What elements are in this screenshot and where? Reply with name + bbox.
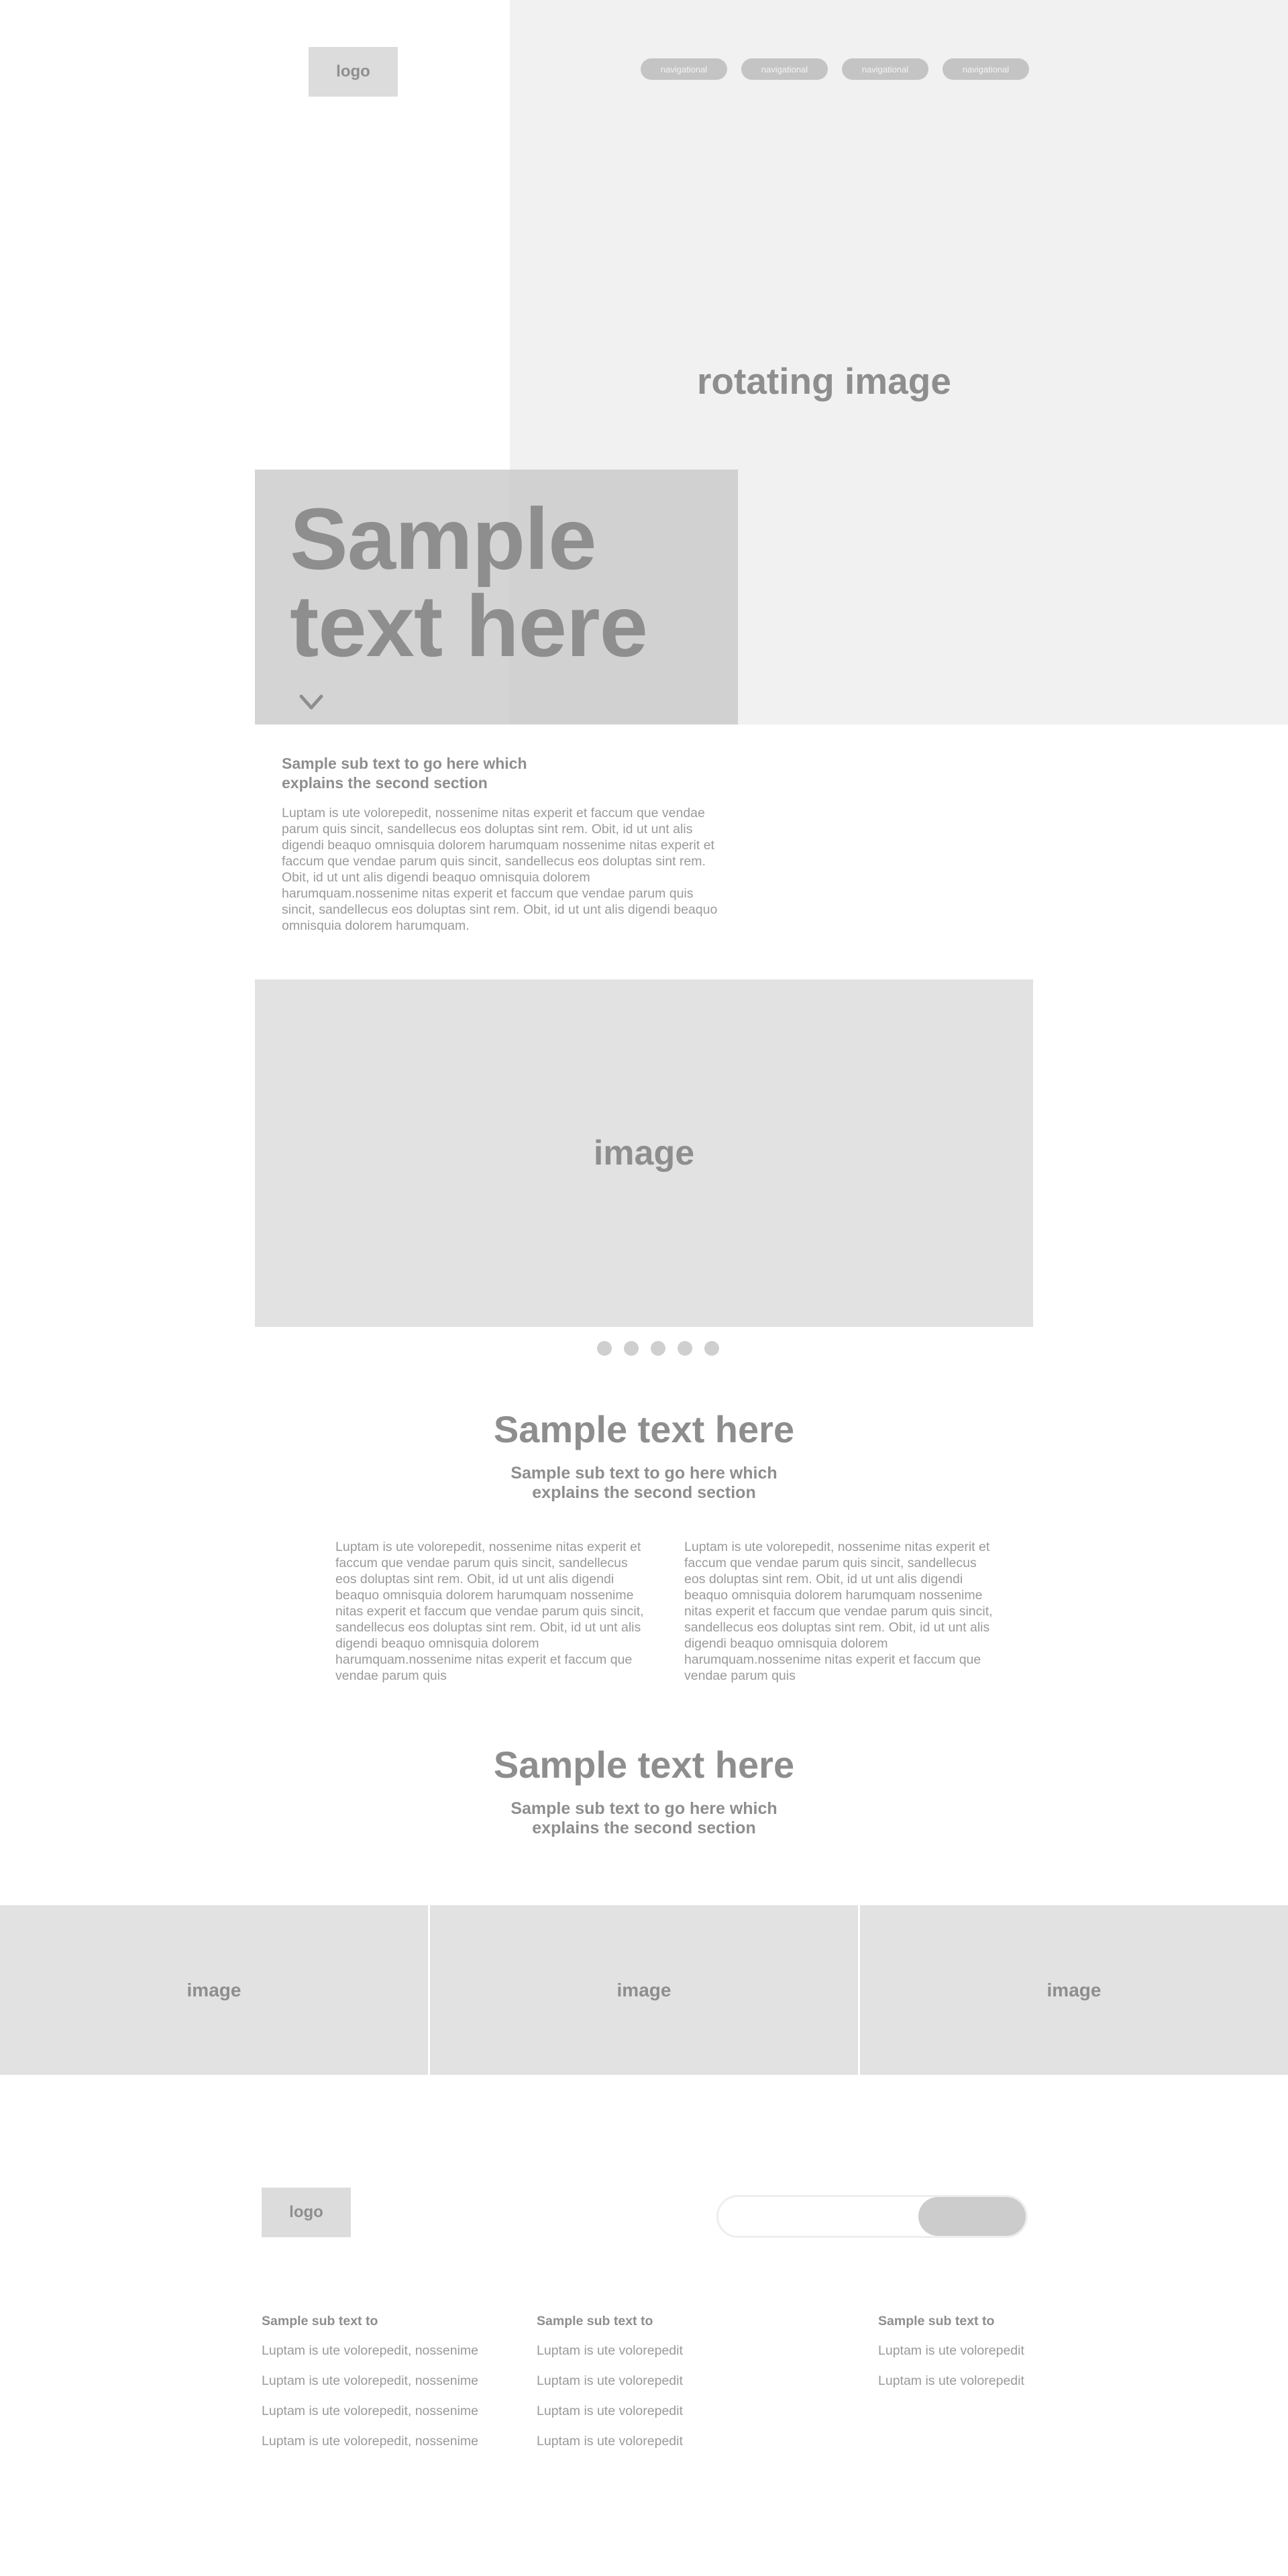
footer-link[interactable]: Luptam is ute volorepedit, nossenime	[262, 2373, 478, 2403]
footer-logo[interactable]: logo	[262, 2188, 351, 2237]
footer-search-button[interactable]	[918, 2197, 1026, 2236]
nav-item-3[interactable]: navigational	[842, 58, 928, 80]
carousel-image[interactable]: image	[255, 979, 1033, 1327]
nav-item-4[interactable]: navigational	[943, 58, 1029, 80]
rotating-image-label: rotating image	[697, 360, 951, 402]
nav-item-label: navigational	[962, 64, 1010, 74]
footer-column-heading: Sample sub text to	[878, 2314, 995, 2328]
header-logo[interactable]: logo	[309, 47, 398, 97]
footer-column-heading: Sample sub text to	[262, 2314, 378, 2328]
footer-link[interactable]: Luptam is ute volorepedit	[537, 2403, 683, 2433]
carousel-image-label: image	[593, 1134, 695, 1173]
nav-item-1[interactable]: navigational	[641, 58, 727, 80]
nav-item-2[interactable]: navigational	[741, 58, 828, 80]
nav-item-label: navigational	[761, 64, 808, 74]
strip-image-label: image	[616, 1979, 672, 2000]
chevron-down-icon[interactable]	[299, 694, 323, 711]
section-three-subheading-text: Sample sub text to go here which explain…	[511, 1799, 777, 1837]
footer-link[interactable]: Luptam is ute volorepedit, nossenime	[262, 2433, 478, 2463]
nav-item-label: navigational	[660, 64, 708, 74]
hero-title: Sample text here	[290, 490, 648, 675]
footer-link[interactable]: Luptam is ute volorepedit	[878, 2343, 1024, 2373]
carousel-dot[interactable]	[651, 1341, 665, 1356]
footer-link[interactable]: Luptam is ute volorepedit	[537, 2343, 683, 2373]
carousel-dot[interactable]	[597, 1341, 612, 1356]
section-three-subheading: Sample sub text to go here which explain…	[0, 1799, 1288, 1838]
strip-image-3[interactable]: image	[860, 1905, 1288, 2075]
section-two-subheading-text: Sample sub text to go here which explain…	[511, 1464, 777, 1502]
strip-image-label: image	[1046, 1979, 1102, 2000]
footer-column-1: Sample sub text to Luptam is ute volorep…	[262, 2313, 478, 2463]
header-logo-label: logo	[336, 62, 370, 80]
strip-image-label: image	[186, 1979, 241, 2000]
carousel-dot[interactable]	[678, 1341, 692, 1356]
intro-body: Luptam is ute volorepedit, nossenime nit…	[282, 806, 718, 933]
strip-image-1[interactable]: image	[0, 1905, 428, 2075]
carousel-dot[interactable]	[624, 1341, 639, 1356]
section-two-title: Sample text here	[493, 1408, 795, 1450]
section-two-column-left: Luptam is ute volorepedit, nossenime nit…	[335, 1540, 644, 1683]
footer-column-3: Sample sub text to Luptam is ute volorep…	[878, 2313, 1024, 2403]
nav-item-label: navigational	[861, 64, 909, 74]
footer-column-heading: Sample sub text to	[537, 2314, 653, 2328]
footer-logo-label: logo	[289, 2203, 323, 2221]
section-three-title: Sample text here	[493, 1743, 795, 1786]
footer-column-2: Sample sub text to Luptam is ute volorep…	[537, 2313, 683, 2463]
footer-link[interactable]: Luptam is ute volorepedit, nossenime	[262, 2343, 478, 2373]
section-two-column-right: Luptam is ute volorepedit, nossenime nit…	[684, 1540, 993, 1683]
carousel-dot[interactable]	[704, 1341, 719, 1356]
carousel-dots	[597, 1341, 765, 1356]
footer-link[interactable]: Luptam is ute volorepedit, nossenime	[262, 2403, 478, 2433]
section-two-subheading: Sample sub text to go here which explain…	[0, 1464, 1288, 1503]
footer-search-field[interactable]	[716, 2195, 1028, 2238]
intro-subheading: Sample sub text to go here which explain…	[282, 755, 527, 792]
strip-image-2[interactable]: image	[430, 1905, 858, 2075]
footer-link[interactable]: Luptam is ute volorepedit	[537, 2373, 683, 2403]
footer-link[interactable]: Luptam is ute volorepedit	[537, 2433, 683, 2463]
footer-link[interactable]: Luptam is ute volorepedit	[878, 2373, 1024, 2403]
